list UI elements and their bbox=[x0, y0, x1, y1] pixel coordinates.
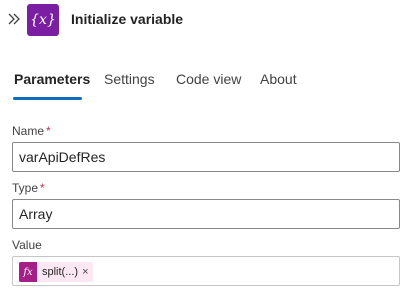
required-asterisk: * bbox=[40, 181, 45, 195]
type-field-label: Type * bbox=[12, 181, 45, 195]
action-title: Initialize variable bbox=[71, 11, 184, 27]
value-field[interactable]: fx split(...) × bbox=[12, 256, 400, 286]
type-dropdown-value: Array bbox=[19, 206, 53, 222]
name-field-label: Name * bbox=[12, 124, 51, 138]
tab-about[interactable]: About bbox=[260, 71, 297, 87]
function-icon: fx bbox=[19, 262, 37, 282]
expression-token-text: split(...) bbox=[42, 266, 79, 278]
name-field-value: varApiDefRes bbox=[19, 149, 106, 165]
name-field[interactable]: varApiDefRes bbox=[12, 142, 400, 172]
tab-settings[interactable]: Settings bbox=[104, 71, 155, 87]
remove-token-icon[interactable]: × bbox=[82, 266, 88, 278]
required-asterisk: * bbox=[46, 124, 51, 138]
active-tab-indicator bbox=[13, 97, 82, 100]
type-dropdown[interactable]: Array bbox=[12, 199, 400, 229]
tab-parameters[interactable]: Parameters bbox=[14, 71, 90, 87]
variable-icon: {x} bbox=[27, 4, 59, 36]
action-header: {x} Initialize variable bbox=[0, 0, 400, 40]
value-field-label: Value bbox=[12, 238, 42, 252]
tab-bar: Parameters Settings Code view About bbox=[0, 64, 400, 100]
tab-code-view[interactable]: Code view bbox=[176, 71, 241, 87]
double-chevron-right-icon[interactable] bbox=[7, 12, 21, 26]
expression-token[interactable]: fx split(...) × bbox=[19, 262, 93, 282]
